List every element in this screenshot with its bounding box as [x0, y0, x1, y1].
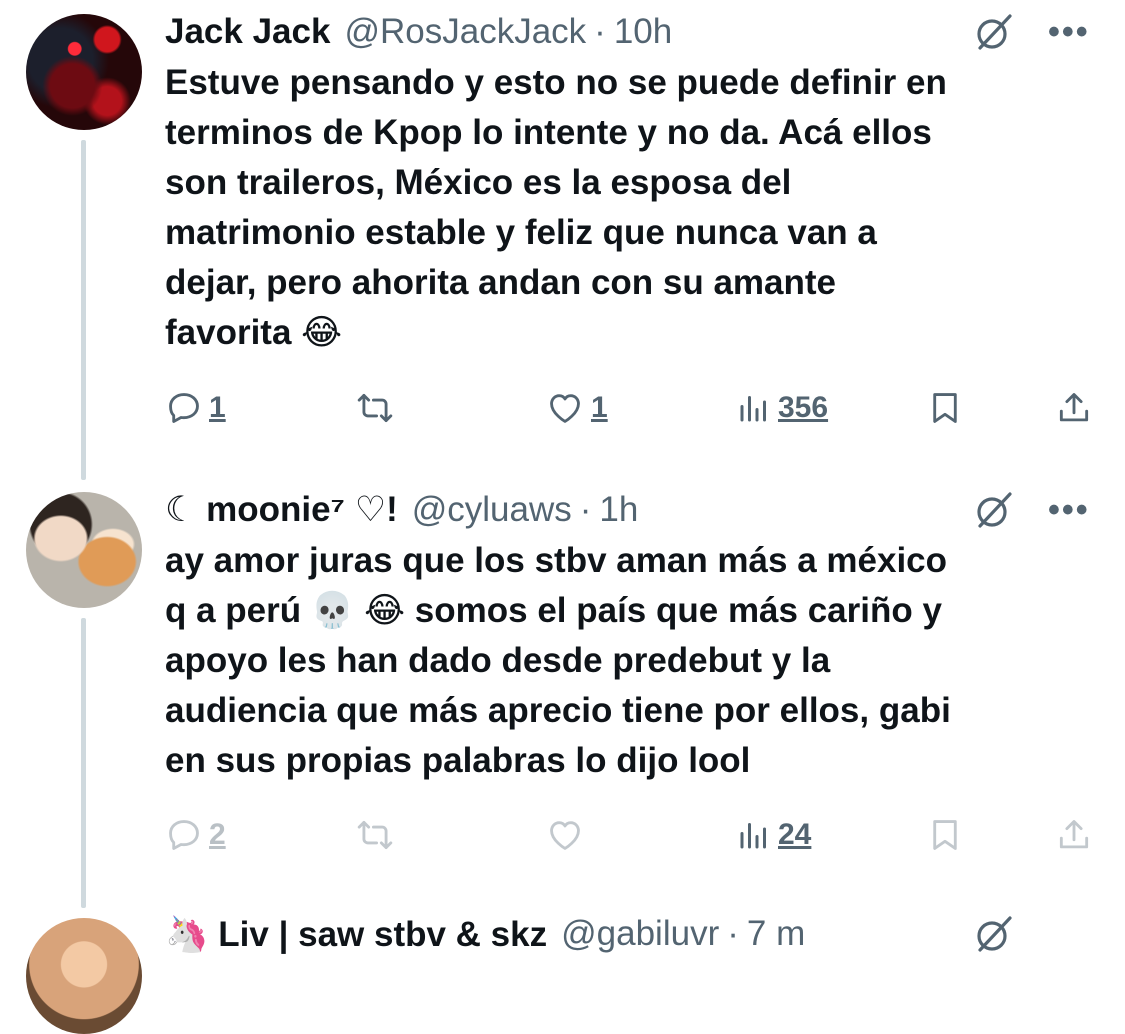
tweet-header: 🦄 Liv | saw stbv & skz @gabiluvr · 7 m — [165, 914, 805, 954]
display-name[interactable]: Jack Jack — [165, 12, 330, 52]
reply-button[interactable]: 1 — [165, 383, 226, 433]
avatar[interactable] — [26, 14, 142, 130]
display-name[interactable]: ☾ moonie⁷ ♡! — [165, 490, 398, 530]
tweet-text: Estuve pensando y esto no se puede defin… — [165, 63, 947, 352]
like-button[interactable] — [545, 810, 591, 860]
retweet-button[interactable] — [355, 810, 401, 860]
like-icon — [550, 821, 580, 850]
tweet-header: ☾ moonie⁷ ♡! @cyluaws · 1h — [165, 490, 638, 530]
reply-count: 1 — [209, 391, 226, 424]
share-button[interactable] — [1055, 810, 1093, 860]
views-count: 24 — [778, 818, 812, 851]
like-button[interactable]: 1 — [545, 383, 608, 433]
display-name[interactable]: 🦄 Liv | saw stbv & skz — [165, 914, 547, 955]
bookmark-icon — [933, 820, 957, 850]
more-icon[interactable]: ••• — [1048, 493, 1096, 527]
share-icon — [1059, 393, 1089, 422]
tweet-actions: 1 1 356 — [0, 383, 1125, 433]
views-button[interactable]: 356 — [736, 383, 828, 433]
user-handle[interactable]: @cyluaws — [412, 490, 572, 530]
tweet-header: Jack Jack @RosJackJack · 10h — [165, 12, 672, 52]
user-handle[interactable]: @gabiluvr — [561, 914, 719, 954]
bookmark-button[interactable] — [926, 383, 964, 433]
avatar[interactable] — [26, 918, 142, 1034]
tweet-text: ay amor juras que los stbv aman más a mé… — [165, 541, 951, 780]
separator: · — [727, 914, 739, 953]
reply-icon — [169, 393, 199, 423]
separator: · — [579, 490, 592, 529]
views-icon — [740, 823, 766, 849]
share-button[interactable] — [1055, 383, 1093, 433]
timestamp[interactable]: 7 m — [747, 914, 805, 954]
grok-icon[interactable] — [970, 8, 1018, 56]
tweet-actions: 2 24 — [0, 810, 1125, 860]
reply-count: 2 — [209, 818, 226, 851]
timestamp[interactable]: 1h — [599, 490, 638, 530]
more-icon[interactable]: ••• — [1048, 15, 1096, 49]
timestamp[interactable]: 10h — [614, 12, 672, 52]
reply-button[interactable]: 2 — [165, 810, 226, 860]
retweet-icon — [357, 393, 393, 423]
retweet-button[interactable] — [355, 383, 401, 433]
reply-icon — [169, 820, 199, 850]
user-handle[interactable]: @RosJackJack — [344, 12, 586, 52]
retweet-icon — [357, 820, 393, 850]
separator: · — [594, 12, 606, 51]
views-count: 356 — [778, 391, 829, 424]
grok-icon[interactable] — [970, 486, 1018, 534]
grok-icon[interactable] — [970, 910, 1018, 958]
avatar[interactable] — [26, 492, 142, 608]
views-button[interactable]: 24 — [736, 810, 811, 860]
like-icon — [550, 394, 580, 423]
like-count: 1 — [591, 391, 608, 424]
bookmark-button[interactable] — [926, 810, 964, 860]
views-icon — [740, 396, 766, 422]
thread-line — [81, 618, 86, 908]
share-icon — [1059, 820, 1089, 849]
bookmark-icon — [933, 393, 957, 423]
